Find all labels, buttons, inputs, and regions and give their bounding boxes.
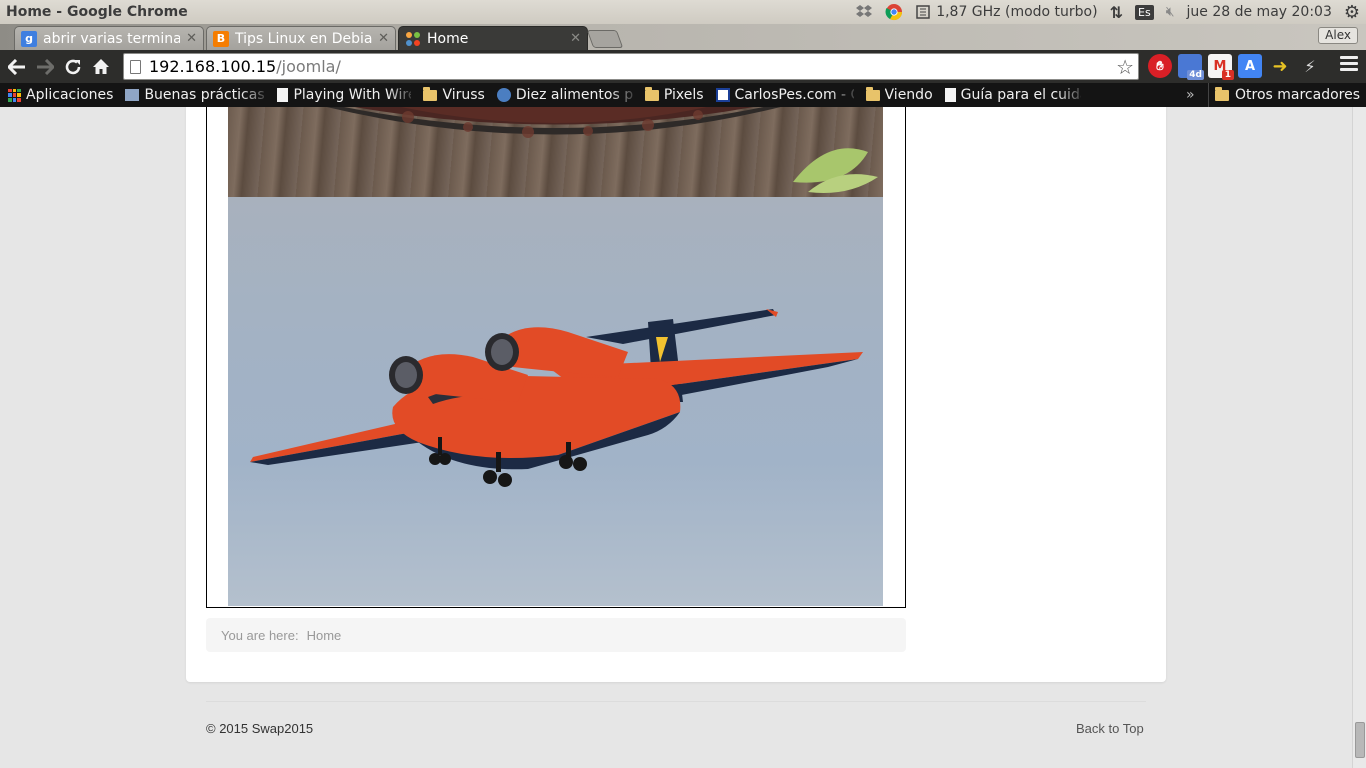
tab-strip: g abrir varias terminal ✕ B Tips Linux e… bbox=[0, 24, 1366, 50]
bookmark-diez-alimentos[interactable]: Diez alimentos pa bbox=[491, 83, 639, 107]
network-arrows-icon[interactable]: ⇅ bbox=[1104, 0, 1129, 24]
chrome-menu-icon[interactable] bbox=[1340, 56, 1358, 71]
close-icon[interactable]: ✕ bbox=[378, 31, 389, 46]
tab-home[interactable]: Home ✕ bbox=[398, 26, 588, 50]
breadcrumb-current-home: Home bbox=[306, 627, 342, 643]
cpu-frequency: 1,87 GHz (modo turbo) bbox=[936, 4, 1098, 20]
url-path: /joomla/ bbox=[276, 57, 341, 76]
folder-icon bbox=[423, 86, 438, 101]
extension-icons: ✋︎ 4d M1 A ➜ ⚡︎ bbox=[1148, 54, 1322, 80]
tab-tips-linux[interactable]: B Tips Linux en Debian ✕ bbox=[206, 26, 396, 50]
apps-grid-icon bbox=[8, 88, 21, 102]
cpu-indicator[interactable]: 1,87 GHz (modo turbo) bbox=[909, 0, 1103, 24]
bookmark-folder-pixels[interactable]: Pixels bbox=[639, 83, 710, 107]
system-tray: 1,87 GHz (modo turbo) ⇅ Es 🔇︎ jue 28 de … bbox=[849, 0, 1366, 24]
breadcrumb-prefix: You are here: bbox=[221, 627, 299, 643]
translate-icon[interactable]: A bbox=[1238, 54, 1262, 78]
page-icon bbox=[277, 88, 289, 102]
blogger-icon: B bbox=[213, 30, 229, 47]
new-tab-button[interactable] bbox=[586, 30, 624, 48]
folder-icon bbox=[1214, 86, 1229, 101]
reload-icon[interactable] bbox=[59, 53, 87, 81]
page-scrollbar[interactable] bbox=[1352, 107, 1366, 768]
copyright-text: © 2015 Swap2015 bbox=[206, 721, 314, 736]
scrollbar-thumb[interactable] bbox=[1355, 722, 1365, 758]
cake-image bbox=[228, 107, 883, 197]
bookmark-folder-viendo[interactable]: Viendo bbox=[860, 83, 939, 107]
bookmark-playing-with-wire[interactable]: Playing With Wire bbox=[271, 83, 417, 107]
bookmark-guia-cuidado[interactable]: Guía para el cuida bbox=[939, 83, 1087, 107]
close-icon[interactable]: ✕ bbox=[186, 31, 197, 46]
gmail-icon[interactable]: M1 bbox=[1208, 54, 1234, 80]
cp-icon bbox=[715, 88, 730, 102]
google-g-icon: g bbox=[21, 30, 37, 47]
airplane-image bbox=[228, 197, 883, 606]
globe-icon bbox=[496, 88, 511, 102]
bookmark-apps[interactable]: Aplicaciones bbox=[0, 83, 119, 107]
browser-toolbar: 192.168.100.15/joomla/ ☆ ✋︎ 4d M1 A ➜ ⚡︎ bbox=[0, 50, 1366, 83]
volume-muted-icon[interactable]: 🔇︎ bbox=[1160, 0, 1181, 24]
folder-icon bbox=[644, 86, 659, 101]
home-icon[interactable] bbox=[87, 53, 115, 81]
back-to-top-link[interactable]: Back to Top bbox=[1076, 721, 1144, 736]
breadcrumb: You are here: Home bbox=[206, 618, 906, 652]
page-icon bbox=[944, 88, 956, 102]
address-bar[interactable]: 192.168.100.15/joomla/ ☆ bbox=[123, 53, 1139, 80]
more-bookmarks-chevron-icon[interactable]: » bbox=[1186, 83, 1195, 107]
joomla-icon bbox=[405, 31, 421, 47]
url-host: 192.168.100.15 bbox=[149, 57, 277, 76]
bookmark-star-icon[interactable]: ☆ bbox=[1116, 55, 1134, 79]
calendar-icon[interactable]: 4d bbox=[1178, 54, 1204, 80]
bookmarks-bar: Aplicaciones Buenas prácticas Playing Wi… bbox=[0, 83, 1366, 107]
cpu-icon bbox=[916, 5, 930, 19]
window-title: Home - Google Chrome bbox=[6, 4, 188, 20]
bookmark-carlospes[interactable]: CarlosPes.com - C bbox=[710, 83, 860, 107]
os-top-panel: Home - Google Chrome 1,87 GHz (modo turb… bbox=[0, 0, 1366, 24]
tab-abrir-varias-terminales[interactable]: g abrir varias terminal ✕ bbox=[14, 26, 204, 50]
close-icon[interactable]: ✕ bbox=[570, 31, 581, 46]
footer-divider bbox=[206, 701, 1146, 702]
article-box bbox=[206, 107, 906, 608]
chrome-icon[interactable] bbox=[879, 0, 909, 24]
content-card: You are here: Home bbox=[186, 107, 1166, 682]
site-icon bbox=[125, 89, 140, 101]
adblock-icon[interactable]: ✋︎ bbox=[1148, 54, 1172, 78]
pin-icon[interactable]: ➜ bbox=[1268, 54, 1292, 78]
folder-icon bbox=[865, 86, 880, 101]
profile-button[interactable]: Alex bbox=[1318, 27, 1358, 44]
page-viewport: You are here: Home © 2015 Swap2015 Back … bbox=[0, 107, 1352, 768]
dropbox-icon[interactable] bbox=[849, 0, 879, 24]
page-icon bbox=[130, 59, 141, 74]
back-arrow-icon[interactable] bbox=[3, 53, 31, 81]
settings-gear-icon[interactable]: ⚙ bbox=[1338, 0, 1366, 24]
flash-icon[interactable]: ⚡︎ bbox=[1298, 54, 1322, 78]
bookmark-other-folder[interactable]: Otros marcadores bbox=[1207, 83, 1360, 107]
keyboard-layout[interactable]: Es bbox=[1129, 0, 1160, 24]
bookmark-folder-viruss[interactable]: Viruss bbox=[417, 83, 490, 107]
bookmark-buenas-practicas[interactable]: Buenas prácticas bbox=[119, 83, 271, 107]
forward-arrow-icon[interactable] bbox=[31, 53, 59, 81]
clock[interactable]: jue 28 de may 20:03 bbox=[1181, 0, 1338, 24]
